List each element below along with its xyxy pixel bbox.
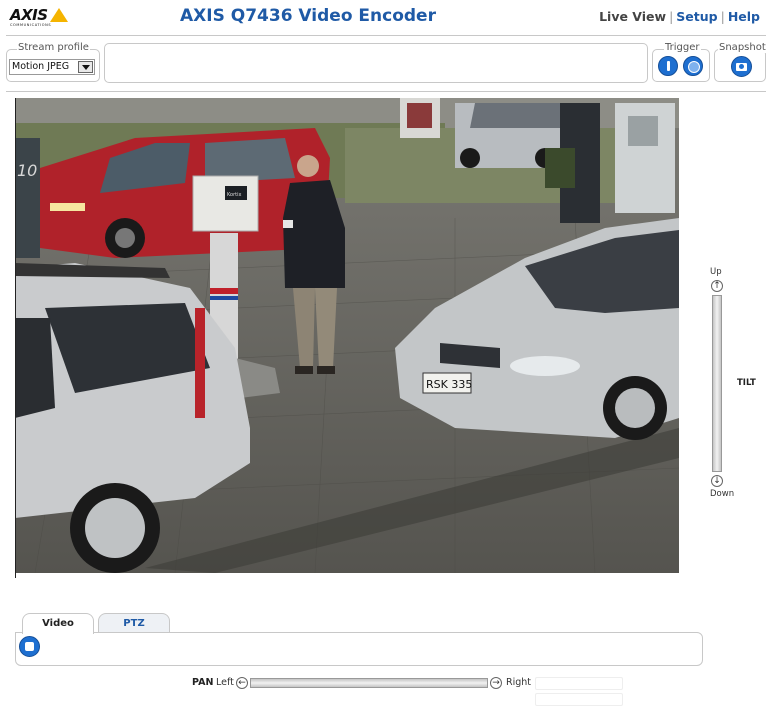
trigger-label: Trigger — [664, 42, 701, 53]
arrow-right-icon[interactable]: → — [490, 677, 502, 689]
pan-right-label: Right — [506, 677, 532, 688]
trigger-output-icon[interactable] — [658, 56, 678, 76]
tilt-slider[interactable] — [712, 295, 722, 472]
tilt-up-label: Up — [710, 267, 722, 277]
snapshot-label: Snapshot — [718, 42, 766, 53]
nav-live-view[interactable]: Live View — [599, 9, 666, 24]
pan-left-label: Left — [216, 677, 234, 688]
pan-value-field — [535, 677, 623, 690]
pan-slider[interactable] — [250, 678, 488, 688]
stop-icon[interactable] — [19, 636, 40, 657]
stream-profile-value: Motion JPEG — [12, 61, 70, 72]
tilt-down-label: Down — [710, 489, 735, 499]
camera-icon[interactable] — [731, 56, 752, 77]
nav-setup[interactable]: Setup — [676, 9, 717, 24]
tilt-label: TILT — [737, 378, 756, 388]
nav-help[interactable]: Help — [728, 9, 760, 24]
toolbar-divider — [6, 91, 766, 92]
arrow-up-icon[interactable]: ↑ — [711, 280, 723, 292]
status-message-box — [104, 43, 648, 83]
tab-ptz[interactable]: PTZ — [98, 613, 170, 633]
pan-speed-field — [535, 693, 623, 706]
tab-video[interactable]: Video — [22, 613, 94, 634]
sign-number: 10 — [17, 161, 37, 180]
stream-profile-label: Stream profile — [17, 42, 90, 53]
pan-label: PAN — [192, 677, 214, 688]
top-navigation: Live View | Setup | Help — [599, 9, 760, 24]
logo-triangle-icon — [50, 8, 68, 22]
chevron-down-icon[interactable] — [78, 61, 93, 73]
stream-profile-select[interactable]: Motion JPEG — [9, 59, 95, 75]
axis-logo: AXIS COMMUNICATIONS — [10, 6, 70, 28]
logo-wordmark: AXIS — [10, 6, 48, 24]
page-title: AXIS Q7436 Video Encoder — [180, 6, 436, 26]
header-divider — [6, 35, 766, 36]
logo-subtitle: COMMUNICATIONS — [10, 23, 52, 27]
video-left-edge — [15, 98, 16, 578]
arrow-down-icon[interactable]: ↓ — [711, 475, 723, 487]
trigger-input-icon[interactable] — [683, 56, 703, 76]
video-stream[interactable]: 10 Kortix RSK 335 — [15, 98, 679, 573]
nav-separator: | — [669, 9, 674, 24]
pole-sign-text: Kortix — [227, 192, 241, 198]
video-tab-panel — [15, 632, 703, 666]
arrow-left-icon[interactable]: ← — [236, 677, 248, 689]
nav-separator: | — [720, 9, 725, 24]
license-plate: RSK 335 — [426, 378, 472, 391]
video-frame: 10 Kortix RSK 335 — [15, 98, 679, 573]
